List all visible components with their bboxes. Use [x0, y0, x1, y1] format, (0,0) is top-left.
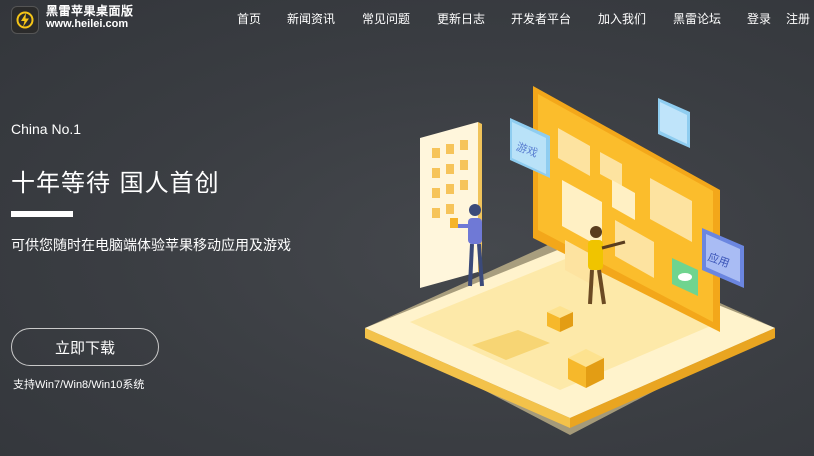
brand-url: www.heilei.com [46, 18, 129, 30]
system-requirements: 支持Win7/Win8/Win10系统 [13, 379, 145, 391]
nav-faq[interactable]: 常见问题 [362, 10, 410, 27]
nav-login[interactable]: 登录 [747, 10, 771, 27]
nav-home[interactable]: 首页 [237, 10, 261, 27]
nav-register[interactable]: 注册 [786, 10, 810, 27]
download-button[interactable]: 立即下载 [11, 328, 159, 366]
brand-name: 黑雷苹果桌面版 [46, 4, 134, 18]
hero-title: 十年等待 国人首创 [11, 169, 220, 197]
hero-subtitle: 可供您随时在电脑端体验苹果移动应用及游戏 [11, 238, 291, 254]
title-underline [11, 211, 73, 217]
top-header: 黑雷苹果桌面版 www.heilei.com 首页 新闻资讯 常见问题 更新日志… [0, 0, 814, 38]
hero-illustration: 游戏 应用 [365, 86, 775, 435]
hero-tagline: China No.1 [11, 121, 82, 137]
nav-developer[interactable]: 开发者平台 [511, 10, 571, 27]
nav-changelog[interactable]: 更新日志 [437, 10, 485, 27]
brand[interactable]: 黑雷苹果桌面版 www.heilei.com [46, 5, 134, 31]
logo-icon[interactable] [11, 6, 39, 34]
nav-forum[interactable]: 黑雷论坛 [673, 10, 721, 27]
nav-join-us[interactable]: 加入我们 [598, 10, 646, 27]
nav-news[interactable]: 新闻资讯 [287, 10, 335, 27]
